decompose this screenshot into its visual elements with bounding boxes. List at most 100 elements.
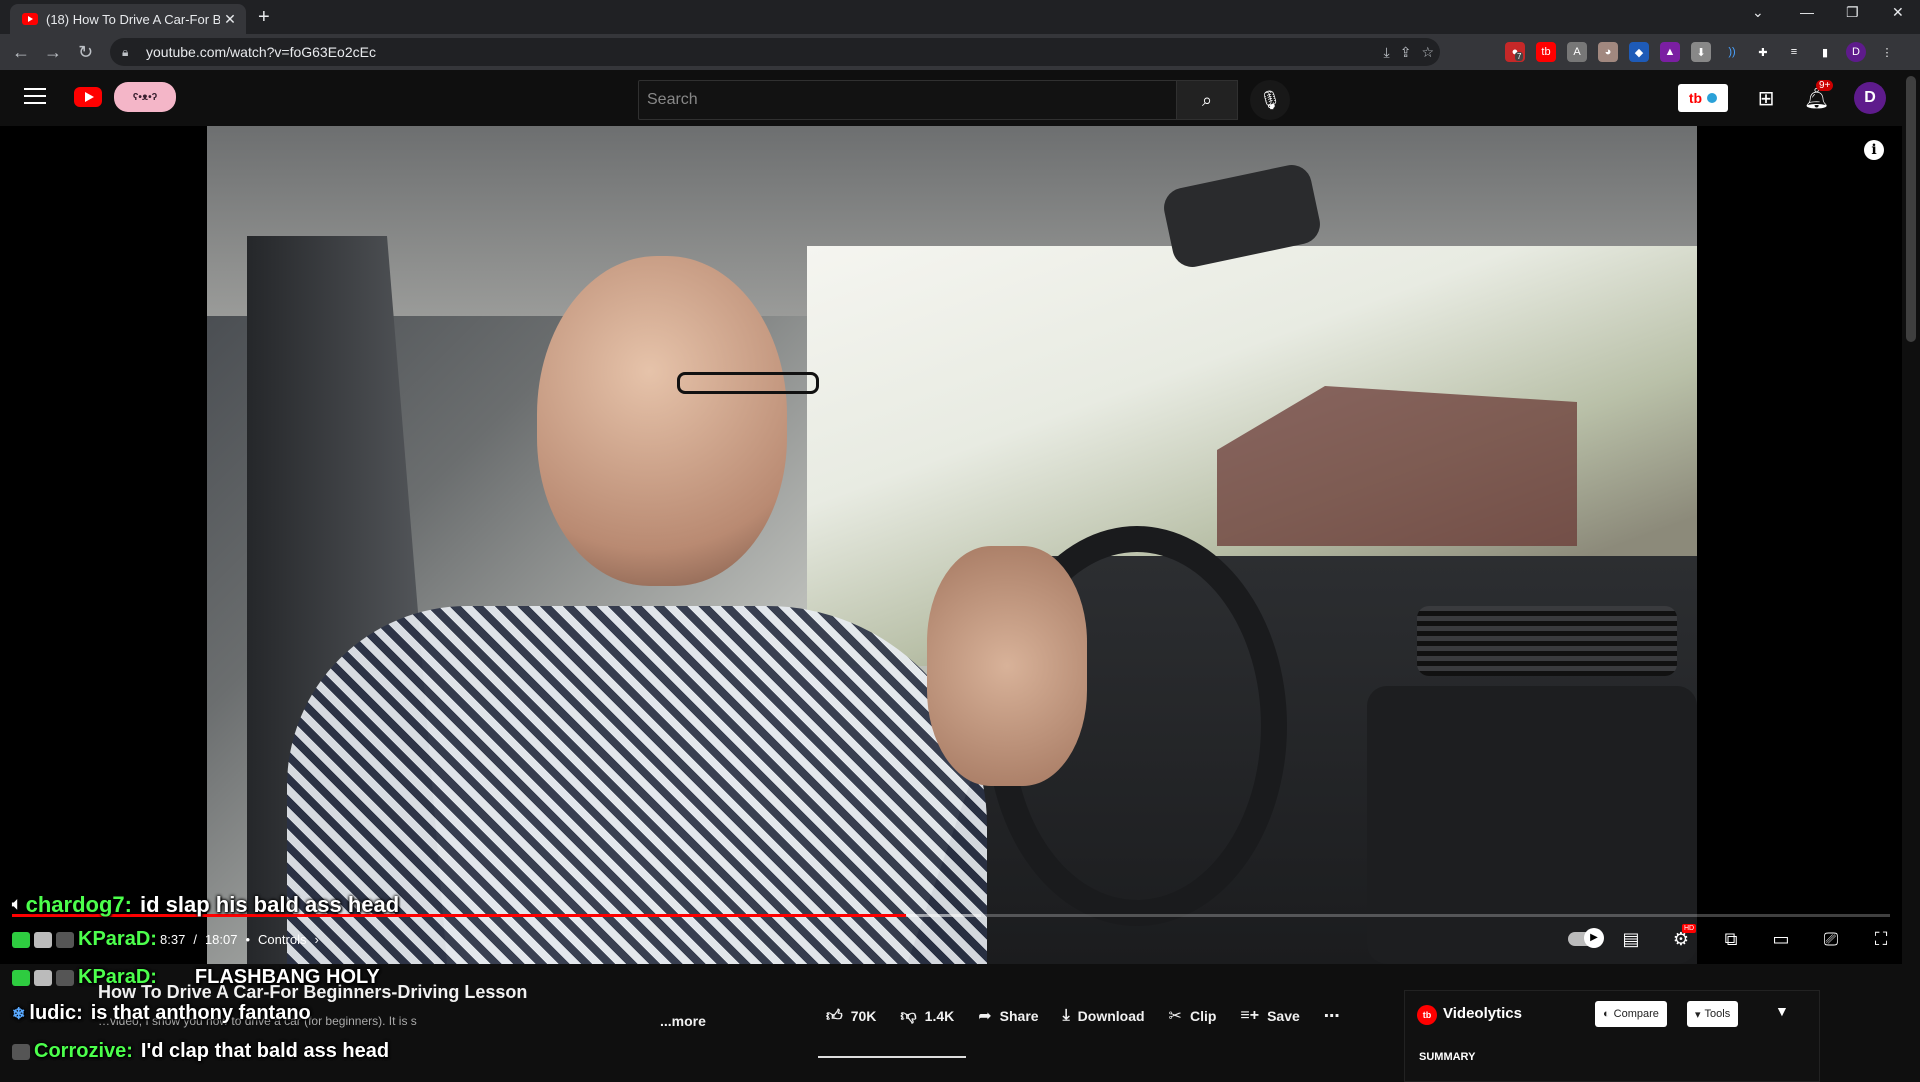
chat-text: I'd clap that bald ass head: [140, 1040, 390, 1062]
forward-icon[interactable]: →: [44, 42, 62, 63]
youtube-favicon-icon: [22, 13, 38, 25]
like-button[interactable]: 👍︎ 70K: [826, 1007, 876, 1026]
videolytics-logo-icon: tb: [1417, 1005, 1437, 1025]
thumbs-up-icon: 👍︎: [826, 1007, 843, 1025]
search-input[interactable]: [645, 90, 1169, 110]
videolytics-panel: tb Videolytics ◐ Compare ▾ Tools ▼ SUMMARY: [1404, 990, 1820, 1082]
reload-icon[interactable]: ↻: [78, 42, 93, 63]
install-icon[interactable]: ⤓: [1384, 44, 1390, 61]
chat-badge-icon: [34, 969, 52, 986]
extension-icon-7[interactable]: ⬇: [1691, 42, 1711, 62]
search-box[interactable]: [638, 80, 1178, 120]
search-button[interactable]: ⌕: [1176, 80, 1238, 120]
video-player[interactable]: i 8:37 / 18:07 • Controls › ▤ ⚙HD ⧉ ▭ ⎚ …: [0, 126, 1902, 964]
share-page-icon[interactable]: ⇪: [1400, 44, 1412, 61]
address-bar[interactable]: 🔒︎ youtube.com/watch?v=foG63Eo2cEc ⤓ ⇪ ☆: [110, 38, 1440, 66]
download-icon: ⤓: [1062, 1007, 1070, 1024]
chat-text: FLASHBANG HOLY: [194, 966, 380, 988]
summary-heading: SUMMARY: [1419, 1051, 1476, 1063]
miniplayer-icon[interactable]: ⧉: [1718, 928, 1744, 950]
clip-button[interactable]: ✂ Clip: [1169, 1006, 1217, 1026]
fullscreen-icon[interactable]: ⛶: [1868, 928, 1894, 950]
chat-text: id slap his bald ass head: [139, 892, 400, 917]
dislike-button[interactable]: 👎︎ 1.4K: [900, 1007, 954, 1026]
menu-hamburger-icon[interactable]: [24, 88, 46, 104]
browser-tab-youtube[interactable]: (18) How To Drive A Car-For Beginners-Dr…: [10, 4, 246, 34]
new-tab-button[interactable]: +: [258, 6, 270, 29]
like-count: 70K: [850, 1008, 877, 1024]
chat-badge-icon: [56, 969, 74, 986]
video-air-vents: [1417, 606, 1677, 676]
more-actions-icon[interactable]: ⋯: [1324, 1006, 1340, 1026]
videolytics-title: Videolytics: [1443, 1005, 1522, 1022]
search-icon: ⌕: [1201, 89, 1213, 110]
autoplay-toggle[interactable]: [1568, 928, 1604, 950]
compare-label: Compare: [1613, 1008, 1659, 1020]
window-close-button[interactable]: ✕: [1892, 4, 1904, 21]
youtube-header: ʕ•ᴥ•ʔ ⌕ 🎙︎ tb ⊞ 🔔︎9+ D: [0, 70, 1920, 126]
tab-close-icon[interactable]: ✕: [220, 11, 240, 28]
browser-tab-strip: (18) How To Drive A Car-For Beginners-Dr…: [0, 0, 1920, 34]
extension-icon-8[interactable]: )): [1722, 42, 1742, 62]
url-text: youtube.com/watch?v=foG63Eo2cEc: [146, 44, 376, 60]
side-panel-icon[interactable]: ▮: [1815, 42, 1835, 62]
theater-mode-icon[interactable]: ▭: [1768, 928, 1794, 950]
extension-icon-3[interactable]: A: [1567, 42, 1587, 62]
tools-button[interactable]: ▾ Tools: [1687, 1001, 1739, 1027]
info-icon[interactable]: i: [1864, 140, 1884, 160]
chevron-right-icon[interactable]: ›: [314, 932, 318, 947]
bookmark-star-icon[interactable]: ☆: [1421, 44, 1434, 61]
download-button[interactable]: ⤓ Download: [1063, 1007, 1145, 1025]
chat-badge-icon: [56, 931, 74, 948]
chat-badge-icon: [12, 969, 30, 986]
video-actions: 👍︎ 70K 👎︎ 1.4K ➦ Share ⤓ Download ✂ Clip ≡+ Sa…: [826, 1006, 1340, 1026]
extension-icon-6[interactable]: ▲: [1660, 42, 1680, 62]
extension-icon-5[interactable]: ◆: [1629, 42, 1649, 62]
extension-icon-4[interactable]: ◕: [1598, 42, 1618, 62]
extension-badge: 7: [1515, 52, 1524, 61]
voice-search-button[interactable]: 🎙︎: [1250, 80, 1290, 120]
panel-collapse-caret-icon[interactable]: ▼: [1775, 1003, 1789, 1019]
notifications-bell-icon[interactable]: 🔔︎ 9+: [1804, 80, 1834, 110]
save-label: Save: [1267, 1008, 1300, 1024]
microphone-icon: 🎙︎: [1258, 89, 1282, 110]
browser-menu-icon[interactable]: ⋮: [1877, 42, 1897, 62]
tubebuddy-extension-icon[interactable]: tb: [1536, 42, 1556, 62]
controls-chapter-button[interactable]: Controls: [258, 932, 306, 947]
youtube-doodle-logo[interactable]: ʕ•ᴥ•ʔ: [114, 82, 176, 112]
chat-badge-icon: [12, 931, 30, 948]
share-button[interactable]: ➦ Share: [978, 1006, 1038, 1026]
extensions-puzzle-icon[interactable]: ✚: [1753, 42, 1773, 62]
page-scrollbar[interactable]: [1902, 70, 1920, 1080]
create-video-icon[interactable]: ⊞: [1754, 86, 1778, 110]
cast-icon[interactable]: ⎚: [1818, 928, 1844, 950]
compare-button[interactable]: ◐ Compare: [1595, 1001, 1667, 1027]
extension-icon-1[interactable]: ●7: [1505, 42, 1525, 62]
media-control-icon[interactable]: ≡: [1784, 42, 1804, 62]
chat-message: KParaD: FLASHBANG HOLY: [12, 966, 380, 989]
back-icon[interactable]: ←: [12, 42, 30, 63]
dislike-count: 1.4K: [924, 1008, 955, 1024]
tubebuddy-label: tb: [1688, 90, 1703, 106]
chat-badge-icon: ❄: [12, 1005, 26, 1023]
video-driver-head: [537, 256, 787, 586]
minimize-button[interactable]: —: [1800, 4, 1814, 20]
settings-gear-icon[interactable]: ⚙ HD: [1668, 924, 1697, 950]
profile-avatar[interactable]: D: [1846, 42, 1866, 62]
account-avatar[interactable]: D: [1854, 82, 1886, 114]
scrollbar-thumb[interactable]: [1906, 76, 1916, 342]
time-display: 8:37 / 18:07 • Controls ›: [160, 932, 319, 947]
extensions-area: ●7 tb A ◕ ◆ ▲ ⬇ )) ✚ ≡ ▮ D ⋮: [1505, 42, 1897, 62]
tab-search-icon[interactable]: ⌄: [1752, 4, 1764, 21]
progress-buffered: [905, 914, 982, 917]
tubebuddy-button[interactable]: tb: [1678, 84, 1728, 112]
restore-button[interactable]: ❐: [1846, 4, 1859, 21]
video-frame[interactable]: [207, 126, 1697, 964]
video-driver-glasses: [677, 372, 819, 394]
download-label: Download: [1077, 1008, 1145, 1024]
subtitles-icon[interactable]: ▤: [1618, 928, 1644, 950]
save-button[interactable]: ≡+ Save: [1240, 1007, 1299, 1025]
youtube-logo-icon[interactable]: [74, 87, 102, 107]
compare-icon: ◐: [1603, 1008, 1610, 1020]
description-more-button[interactable]: ...more: [660, 1013, 706, 1029]
